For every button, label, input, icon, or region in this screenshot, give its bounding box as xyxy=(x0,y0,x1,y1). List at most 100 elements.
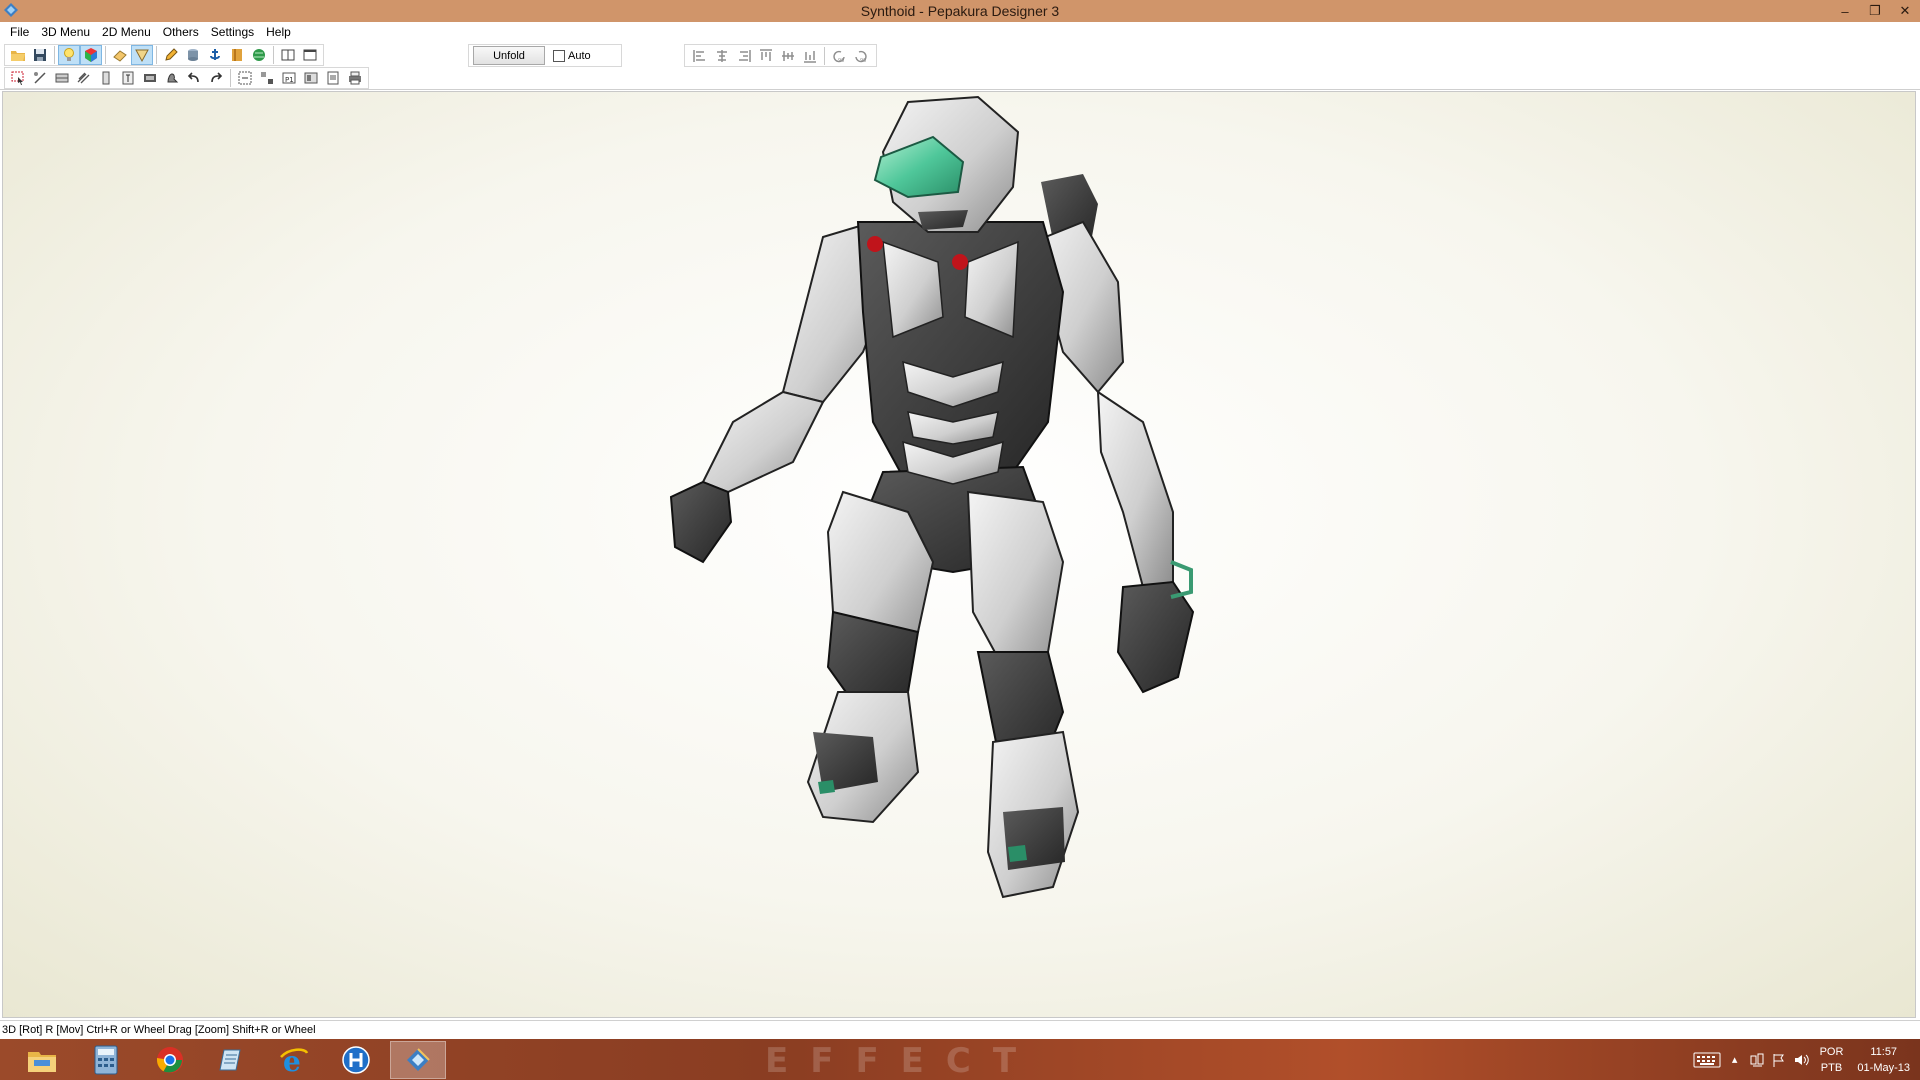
text-tool-icon xyxy=(122,71,134,85)
clock[interactable]: 11:57 01-May-13 xyxy=(1857,1044,1910,1076)
texture-toggle-button[interactable] xyxy=(80,45,102,65)
cut-line-icon xyxy=(34,72,46,84)
pencil-button[interactable] xyxy=(160,45,182,65)
taskbar-pepakura[interactable] xyxy=(390,1041,446,1079)
window-title: Synthoid - Pepakura Designer 3 xyxy=(860,3,1060,19)
menu-help[interactable]: Help xyxy=(260,22,297,42)
svg-text:90: 90 xyxy=(838,58,844,64)
window-single-icon xyxy=(303,49,317,61)
printer-icon xyxy=(349,71,361,85)
rotate-cw-90-button[interactable]: 90 xyxy=(850,46,872,66)
open-button[interactable] xyxy=(7,45,29,65)
align-center-button[interactable] xyxy=(711,46,733,66)
select-button[interactable] xyxy=(7,68,29,88)
menu-file[interactable]: File xyxy=(4,22,35,42)
menu-bar: File 3D Menu 2D Menu Others Settings Hel… xyxy=(0,22,1920,42)
taskbar-internet-explorer[interactable]: e xyxy=(266,1041,322,1079)
align-middle-icon xyxy=(782,50,794,61)
align-right-button[interactable] xyxy=(733,46,755,66)
taskbar-chrome[interactable] xyxy=(142,1041,198,1079)
internet-explorer-icon: e xyxy=(280,1045,309,1075)
pepakura-icon xyxy=(407,1048,430,1071)
page-number-icon: P1 xyxy=(282,72,296,84)
align-bottom-button[interactable] xyxy=(799,46,821,66)
unfold-button[interactable]: Unfold xyxy=(473,46,545,65)
book-button[interactable] xyxy=(226,45,248,65)
taskbar-h-app[interactable] xyxy=(328,1041,384,1079)
zoom-fit-button[interactable] xyxy=(234,68,256,88)
save-button[interactable] xyxy=(29,45,51,65)
align-bottom-icon xyxy=(804,50,816,63)
page-setup-button[interactable] xyxy=(322,68,344,88)
rotate-ccw-90-button[interactable]: 90 xyxy=(828,46,850,66)
show-hidden-icons-chevron-up-icon[interactable]: ▴ xyxy=(1724,1049,1746,1071)
title-bar[interactable]: Synthoid - Pepakura Designer 3 – ❐ ✕ xyxy=(0,0,1920,22)
rotate-ccw-icon: 90 xyxy=(833,50,845,64)
rotate-cw-icon: 90 xyxy=(855,50,867,64)
3d-viewport[interactable] xyxy=(2,91,1916,1018)
taskbar-notepad[interactable] xyxy=(204,1041,260,1079)
touch-keyboard-icon[interactable] xyxy=(1690,1049,1724,1071)
cut-button[interactable] xyxy=(29,68,51,88)
svg-text:90: 90 xyxy=(860,58,866,64)
toolbar-separator xyxy=(54,46,55,64)
align-top-button[interactable] xyxy=(755,46,777,66)
image-button[interactable] xyxy=(139,68,161,88)
synthoid-3d-model[interactable] xyxy=(3,92,1916,1018)
arrange-button[interactable] xyxy=(256,68,278,88)
toolbar-separator xyxy=(230,69,231,87)
h-app-icon xyxy=(342,1046,370,1074)
status-bar: 3D [Rot] R [Mov] Ctrl+R or Wheel Drag [Z… xyxy=(0,1020,1920,1039)
auto-checkbox[interactable] xyxy=(553,49,565,62)
select-arrow-icon xyxy=(11,71,24,85)
language-indicator[interactable]: POR PTB xyxy=(1820,1044,1844,1076)
paper-button[interactable] xyxy=(51,68,73,88)
edge-select-button[interactable] xyxy=(131,45,153,65)
align-left-button[interactable] xyxy=(689,46,711,66)
volume-speaker-icon[interactable] xyxy=(1790,1049,1812,1071)
undo-button[interactable] xyxy=(183,68,205,88)
clock-date: 01-May-13 xyxy=(1857,1061,1910,1074)
svg-text:P1: P1 xyxy=(285,76,294,84)
redo-button[interactable] xyxy=(205,68,227,88)
clock-time: 11:57 xyxy=(1870,1045,1898,1058)
light-toggle-button[interactable] xyxy=(58,45,80,65)
text-button[interactable] xyxy=(117,68,139,88)
globe-icon xyxy=(253,49,265,61)
taskbar: EFFECT e ▴ POR PTB 11:57 01-May-13 xyxy=(0,1039,1920,1080)
menu-others[interactable]: Others xyxy=(157,22,205,42)
globe-button[interactable] xyxy=(248,45,270,65)
book-icon xyxy=(232,49,242,61)
auto-checkbox-wrap[interactable]: Auto xyxy=(553,49,591,62)
restore-button[interactable]: ❐ xyxy=(1860,0,1890,22)
wallpaper-text: EFFECT xyxy=(765,1041,1039,1080)
taskbar-file-explorer[interactable] xyxy=(14,1041,70,1079)
dual-pane-button[interactable] xyxy=(299,45,321,65)
print-button[interactable] xyxy=(344,68,366,88)
system-tray: ▴ POR PTB 11:57 01-May-13 xyxy=(1690,1039,1920,1080)
menu-settings[interactable]: Settings xyxy=(205,22,260,42)
single-pane-button[interactable] xyxy=(277,45,299,65)
network-icon[interactable] xyxy=(1746,1049,1768,1071)
action-center-flag-icon[interactable] xyxy=(1768,1049,1790,1071)
rotate-view-button[interactable] xyxy=(109,45,131,65)
taskbar-calculator[interactable] xyxy=(78,1041,134,1079)
paper-model-icon xyxy=(113,50,127,62)
align-middle-button[interactable] xyxy=(777,46,799,66)
join-button[interactable] xyxy=(161,68,183,88)
minimize-button[interactable]: – xyxy=(1830,0,1860,22)
tab-icon xyxy=(102,71,110,85)
menu-3d[interactable]: 3D Menu xyxy=(35,22,96,42)
layout-button[interactable] xyxy=(300,68,322,88)
page-number-button[interactable]: P1 xyxy=(278,68,300,88)
toolbar-separator xyxy=(105,46,106,64)
align-left-icon xyxy=(693,49,705,62)
align-center-icon xyxy=(717,49,727,62)
database-button[interactable] xyxy=(182,45,204,65)
fold-button[interactable] xyxy=(73,68,95,88)
glue-tab-button[interactable] xyxy=(95,68,117,88)
menu-2d[interactable]: 2D Menu xyxy=(96,22,157,42)
anchor-button[interactable] xyxy=(204,45,226,65)
folder-open-icon xyxy=(11,51,25,61)
close-button[interactable]: ✕ xyxy=(1890,0,1920,22)
